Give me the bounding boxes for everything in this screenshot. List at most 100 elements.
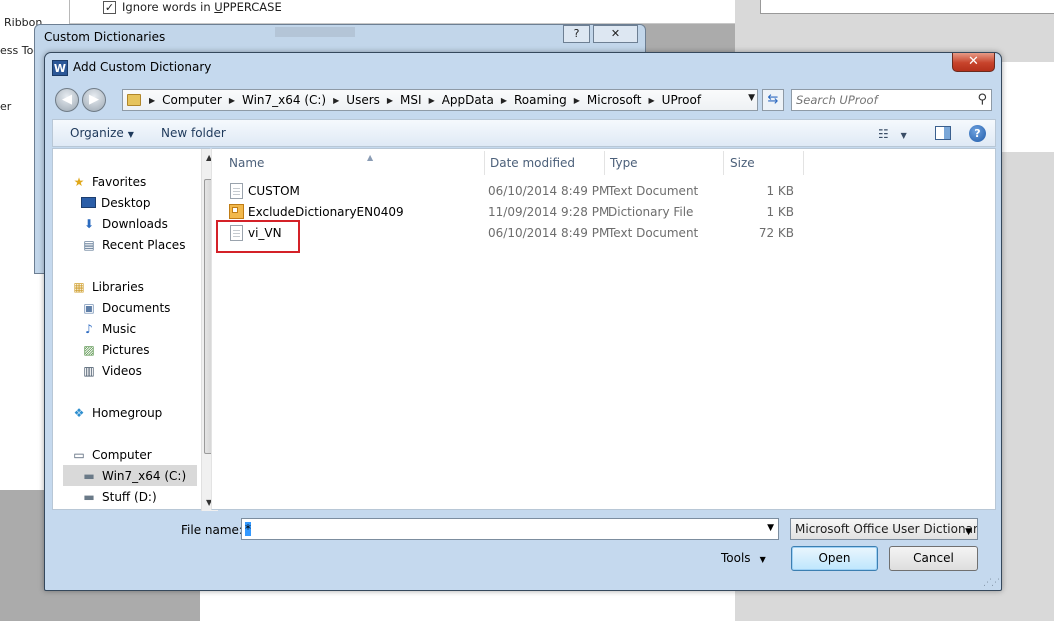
breadcrumb-separator-icon[interactable]: ▶ bbox=[229, 96, 235, 105]
back-arrow-icon: ◀ bbox=[62, 92, 72, 107]
file-type-select[interactable]: Microsoft Office User Dictionar ▼ bbox=[790, 518, 978, 540]
nav-item-drive-c[interactable]: ▬ Win7_x64 (C:) bbox=[63, 465, 197, 486]
column-divider[interactable] bbox=[484, 151, 485, 175]
desktop-icon bbox=[81, 197, 96, 208]
column-header-name[interactable]: ▲ Name bbox=[229, 153, 373, 170]
background-text-er: er bbox=[0, 100, 12, 113]
folder-icon bbox=[127, 94, 141, 106]
file-name-combobox[interactable]: ▼ bbox=[241, 518, 779, 540]
search-box[interactable]: ⚲ bbox=[791, 89, 992, 111]
back-button[interactable]: ◀ bbox=[55, 88, 79, 112]
background-right-panel-strip bbox=[760, 0, 1054, 14]
ignore-uppercase-label: Ignore words in UPPERCASE bbox=[122, 0, 282, 14]
forward-button[interactable]: ▶ bbox=[82, 88, 106, 112]
sort-ascending-icon: ▲ bbox=[367, 153, 374, 162]
column-header-label: Name bbox=[229, 156, 265, 170]
file-size: 72 KB bbox=[758, 226, 794, 240]
new-folder-button[interactable]: New folder bbox=[161, 126, 226, 140]
custom-dictionaries-close-button[interactable]: ✕ bbox=[593, 25, 638, 43]
preview-pane-icon[interactable] bbox=[935, 126, 951, 140]
nav-item-videos[interactable]: ▥ Videos bbox=[81, 360, 221, 381]
resize-grip-icon[interactable]: ⋰⋰ bbox=[983, 578, 1000, 588]
change-view-icon[interactable]: ☷ ▼ bbox=[878, 127, 907, 141]
breadcrumb-separator-icon[interactable]: ▶ bbox=[149, 96, 155, 105]
breadcrumb-separator-icon[interactable]: ▶ bbox=[649, 96, 655, 105]
file-date: 06/10/2014 8:49 PM bbox=[488, 226, 610, 240]
pictures-icon: ▨ bbox=[83, 342, 95, 357]
word-app-icon: W bbox=[52, 60, 68, 76]
nav-item-drive-d[interactable]: ▬ Stuff (D:) bbox=[81, 486, 221, 507]
file-name-input[interactable] bbox=[244, 521, 744, 537]
column-divider[interactable] bbox=[604, 151, 605, 175]
column-header-size[interactable]: Size bbox=[730, 156, 755, 170]
column-header-date-modified[interactable]: Date modified bbox=[490, 156, 575, 170]
breadcrumb-separator-icon[interactable]: ▶ bbox=[333, 96, 339, 105]
search-icon[interactable]: ⚲ bbox=[977, 92, 987, 107]
nav-item-label: Recent Places bbox=[102, 237, 186, 252]
nav-item-desktop[interactable]: Desktop bbox=[81, 192, 221, 213]
breadcrumb-users[interactable]: Users bbox=[346, 93, 380, 107]
nav-item-homegroup[interactable]: ❖ Homegroup bbox=[71, 402, 211, 423]
breadcrumb-computer[interactable]: Computer bbox=[162, 93, 222, 107]
tools-label: Tools bbox=[721, 551, 751, 565]
ignore-uppercase-label-rest: PPERCASE bbox=[222, 0, 282, 14]
navigation-pane: ★ Favorites Desktop ⬇ Downloads ▤ Recent Pl… bbox=[52, 148, 218, 511]
search-input[interactable] bbox=[796, 92, 966, 108]
refresh-button[interactable]: ⇆ bbox=[762, 89, 784, 111]
breadcrumb-appdata[interactable]: AppData bbox=[442, 93, 494, 107]
help-icon[interactable]: ? bbox=[969, 125, 986, 142]
file-name: CUSTOM bbox=[248, 184, 300, 198]
custom-dictionaries-help-button[interactable]: ? bbox=[563, 25, 590, 43]
breadcrumb-microsoft[interactable]: Microsoft bbox=[587, 93, 642, 107]
nav-item-libraries[interactable]: ▦ Libraries bbox=[71, 276, 211, 297]
breadcrumb-separator-icon[interactable]: ▶ bbox=[387, 96, 393, 105]
nav-item-label: Documents bbox=[102, 300, 171, 315]
chevron-down-icon[interactable]: ▼ bbox=[901, 131, 907, 140]
nav-item-favorites[interactable]: ★ Favorites bbox=[71, 171, 211, 192]
recent-places-icon: ▤ bbox=[83, 237, 95, 252]
address-dropdown-icon[interactable]: ▼ bbox=[748, 93, 755, 103]
command-toolbar: Organize ▼ New folder ☷ ▼ ? bbox=[52, 119, 996, 147]
address-bar[interactable]: ▶ Computer ▶ Win7_x64 (C:) ▶ Users ▶ MSI… bbox=[122, 89, 758, 111]
chevron-down-icon[interactable]: ▼ bbox=[767, 523, 774, 533]
organize-label: Organize bbox=[70, 126, 124, 140]
file-row-custom[interactable]: CUSTOM 06/10/2014 8:49 PM Text Document … bbox=[212, 181, 812, 202]
breadcrumb-separator-icon[interactable]: ▶ bbox=[574, 96, 580, 105]
nav-item-pictures[interactable]: ▨ Pictures bbox=[81, 339, 221, 360]
star-icon: ★ bbox=[73, 174, 85, 189]
nav-item-label: Pictures bbox=[102, 342, 150, 357]
tools-button[interactable]: Tools ▼ bbox=[721, 551, 766, 565]
breadcrumb-uproof[interactable]: UProof bbox=[662, 93, 701, 107]
breadcrumb-roaming[interactable]: Roaming bbox=[514, 93, 567, 107]
column-divider[interactable] bbox=[803, 151, 804, 175]
cancel-button[interactable]: Cancel bbox=[889, 546, 978, 571]
dictionary-file-icon bbox=[229, 204, 244, 219]
refresh-icon: ⇆ bbox=[767, 92, 779, 107]
nav-item-music[interactable]: ♪ Music bbox=[81, 318, 221, 339]
nav-item-label: Favorites bbox=[92, 174, 147, 189]
column-divider[interactable] bbox=[723, 151, 724, 175]
breadcrumb-drive[interactable]: Win7_x64 (C:) bbox=[242, 93, 326, 107]
organize-button[interactable]: Organize ▼ bbox=[70, 126, 134, 140]
breadcrumb-separator-icon[interactable]: ▶ bbox=[501, 96, 507, 105]
column-header-type[interactable]: Type bbox=[610, 156, 638, 170]
file-type: Dictionary File bbox=[608, 205, 694, 219]
dialog-close-button[interactable]: ✕ bbox=[952, 53, 995, 72]
breadcrumb-msi[interactable]: MSI bbox=[400, 93, 422, 107]
ignore-uppercase-checkbox[interactable]: ✓ bbox=[103, 1, 116, 14]
file-row-vi-vn[interactable]: vi_VN 06/10/2014 8:49 PM Text Document 7… bbox=[212, 223, 812, 244]
nav-item-recent-places[interactable]: ▤ Recent Places bbox=[81, 234, 221, 255]
dialog-title: Add Custom Dictionary bbox=[73, 60, 212, 74]
nav-item-documents[interactable]: ▣ Documents bbox=[81, 297, 221, 318]
file-row-excludedictionary[interactable]: ExcludeDictionaryEN0409 11/09/2014 9:28 … bbox=[212, 202, 812, 223]
nav-item-downloads[interactable]: ⬇ Downloads bbox=[81, 213, 221, 234]
file-type-selected-value: Microsoft Office User Dictionar bbox=[795, 522, 978, 536]
open-button[interactable]: Open bbox=[791, 546, 878, 571]
nav-item-computer[interactable]: ▭ Computer bbox=[71, 444, 211, 465]
drive-icon: ▬ bbox=[83, 468, 95, 483]
highlight-annotation-box bbox=[216, 220, 300, 253]
chevron-down-icon[interactable]: ▼ bbox=[965, 522, 972, 539]
computer-icon: ▭ bbox=[73, 447, 85, 462]
breadcrumb-separator-icon[interactable]: ▶ bbox=[429, 96, 435, 105]
file-name: ExcludeDictionaryEN0409 bbox=[248, 205, 404, 219]
